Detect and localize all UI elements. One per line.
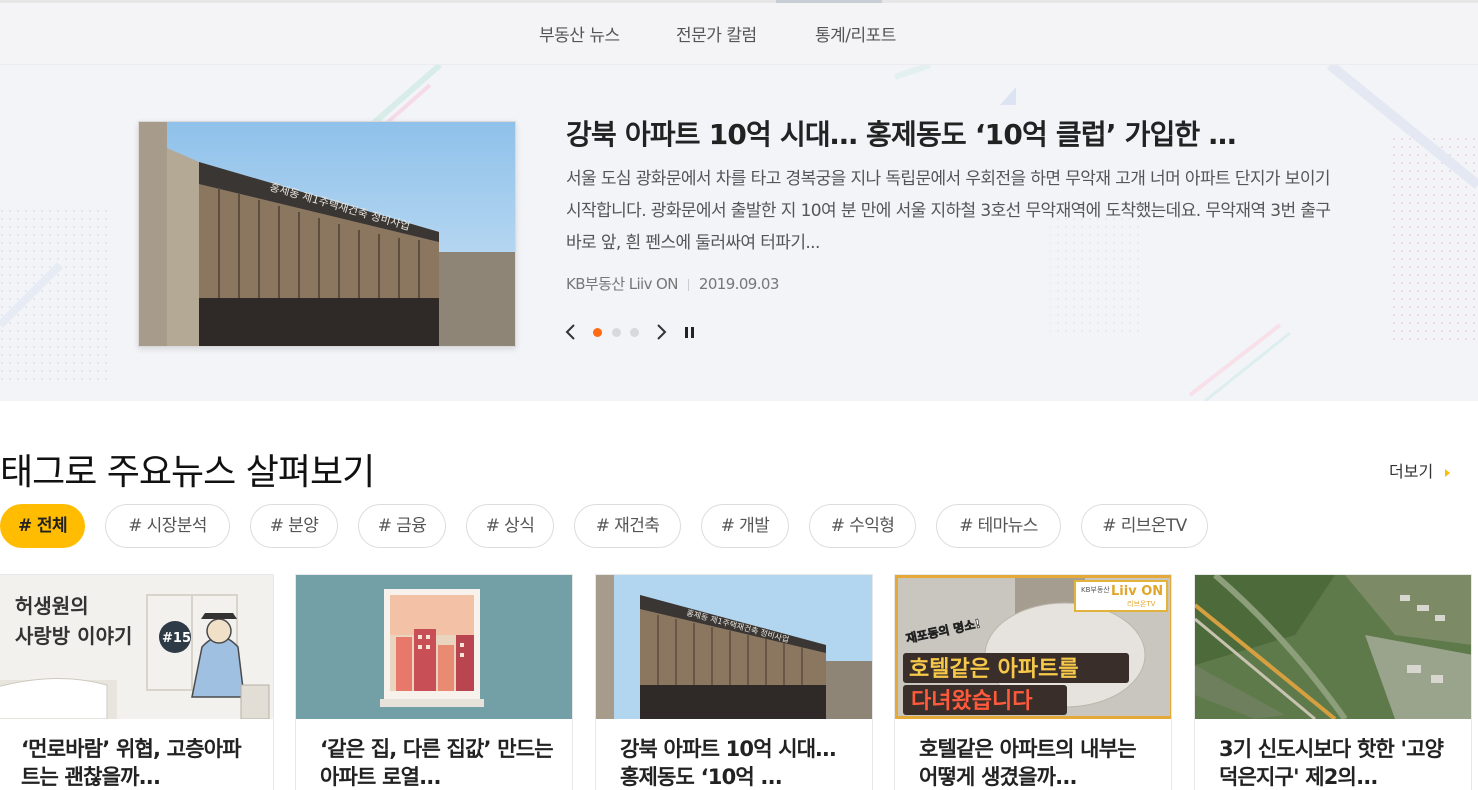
hero-headline[interactable]: 강북 아파트 10억 시대… 홍제동도 ‘10억 클럽’ 가입한 …	[566, 113, 1236, 153]
tag-market-analysis[interactable]: # 시장분석	[105, 504, 230, 548]
card-thumbnail	[296, 575, 572, 719]
card-title: 3기 신도시보다 핫한 '고양 덕은지구' 제2의...	[1219, 737, 1444, 789]
news-card[interactable]: KB부동산 Liiv ON 리브온TV 재포동의 명소! 호텔같은 아파트를 다…	[894, 574, 1172, 790]
subnav-real-estate-news[interactable]: 부동산 뉴스	[539, 21, 620, 46]
sub-navigation: 부동산 뉴스 전문가 칼럼 통계/리포트	[0, 3, 1478, 65]
tag-theme-news[interactable]: # 테마뉴스	[936, 504, 1061, 548]
news-card[interactable]: 허생원의 사랑방 이야기 #15 ‘먼로바람’ 위협, 고층아파트는 괜찮을까.…	[0, 574, 274, 790]
tag-development[interactable]: # 개발	[701, 504, 789, 548]
slide-dot-1[interactable]	[593, 328, 602, 337]
thumb-episode-badge: #15	[162, 631, 191, 646]
more-link-label: 더보기	[1389, 462, 1434, 481]
subnav-expert-column[interactable]: 전문가 칼럼	[676, 21, 757, 46]
card-thumbnail: 홍제동 제1주택재건축 정비사업	[596, 575, 872, 719]
card-title: 호텔같은 아파트의 내부는 어떻게 생겼을까...	[919, 737, 1137, 789]
pause-icon[interactable]	[682, 321, 702, 343]
card-thumbnail: 허생원의 사랑방 이야기 #15	[0, 575, 273, 719]
hero-summary: 서울 도심 광화문에서 차를 타고 경복궁을 지나 독립문에서 우회전을 하면 …	[566, 169, 1331, 253]
hero-source: KB부동산 Liiv ON	[566, 275, 678, 293]
tag-all[interactable]: # 전체	[0, 504, 85, 548]
card-title: ‘같은 집, 다른 집값’ 만드는 아파트 로열...	[320, 737, 554, 789]
news-card[interactable]: 3기 신도시보다 핫한 '고양 덕은지구' 제2의...	[1194, 574, 1472, 790]
chevron-left-icon[interactable]	[562, 321, 582, 343]
tag-basics[interactable]: # 상식	[466, 504, 554, 548]
hero-slider: 홍제동 제1주택재건축 정비사업 강북 아파트 10억 시대… 홍제동도 ‘10…	[0, 65, 1478, 401]
slider-controls	[562, 321, 712, 343]
thumb-title-line1: 허생원의	[15, 594, 89, 618]
hero-meta: KB부동산 Liiv ON 2019.09.03	[566, 273, 779, 294]
tag-presale[interactable]: # 분양	[250, 504, 338, 548]
slide-dot-2[interactable]	[612, 328, 621, 337]
thumb-logo: Liiv ON	[1111, 584, 1163, 599]
more-link[interactable]: 더보기	[1389, 458, 1451, 482]
hero-date: 2019.09.03	[698, 275, 779, 293]
card-thumbnail	[1195, 575, 1471, 719]
thumb-caption-line1: 호텔같은 아파트를	[909, 657, 1079, 682]
caret-right-icon	[1445, 468, 1451, 477]
tag-income-property[interactable]: # 수익형	[809, 504, 916, 548]
slide-dot-3[interactable]	[630, 328, 639, 337]
meta-divider	[687, 278, 689, 291]
card-title: ‘먼로바람’ 위협, 고층아파트는 괜찮을까...	[21, 737, 242, 789]
thumb-caption-line2: 다녀왔습니다	[911, 689, 1033, 714]
section-title: 태그로 주요뉴스 살펴보기	[0, 452, 375, 493]
subnav-stats-report[interactable]: 통계/리포트	[815, 21, 896, 46]
news-card[interactable]: ‘같은 집, 다른 집값’ 만드는 아파트 로열...	[295, 574, 573, 790]
card-thumbnail: KB부동산 Liiv ON 리브온TV 재포동의 명소! 호텔같은 아파트를 다…	[895, 575, 1171, 719]
tag-reconstruction[interactable]: # 재건축	[574, 504, 681, 548]
card-title: 강북 아파트 10억 시대… 홍제동도 ‘10억 ...	[620, 737, 836, 789]
news-card[interactable]: 홍제동 제1주택재건축 정비사업 강북 아파트 10억 시대… 홍제동도 ‘10…	[595, 574, 873, 790]
tag-liivon-tv[interactable]: # 리브온TV	[1081, 504, 1208, 548]
chevron-right-icon[interactable]	[654, 321, 674, 343]
hero-thumbnail[interactable]: 홍제동 제1주택재건축 정비사업	[138, 121, 516, 347]
thumb-title-line2: 사랑방 이야기	[15, 624, 132, 648]
tag-finance[interactable]: # 금융	[358, 504, 446, 548]
thumb-logo-sub: KB부동산	[1081, 585, 1110, 594]
thumb-logo-tv: 리브온TV	[1127, 599, 1156, 608]
